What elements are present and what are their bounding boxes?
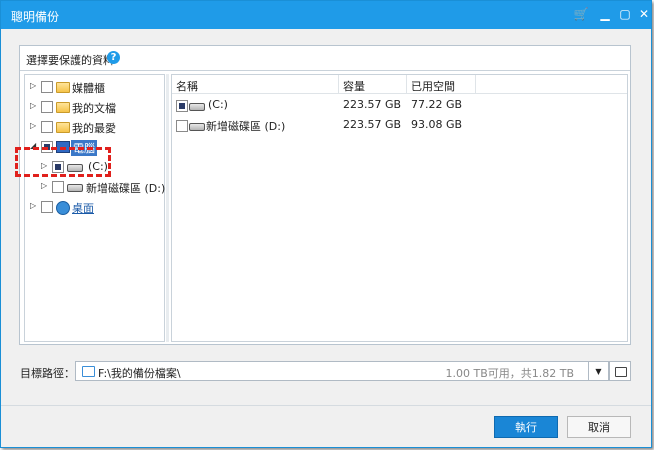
folder-icon (615, 367, 627, 377)
expand-arrow-icon[interactable]: ▷ (41, 181, 49, 190)
maximize-button[interactable]: ▢ (617, 6, 633, 22)
tree-checkbox[interactable] (41, 81, 53, 93)
tree-item-label: 我的文檔 (72, 102, 116, 115)
pane-splitter[interactable] (166, 74, 169, 342)
minimize-button[interactable]: ▁ (597, 6, 613, 22)
destination-path-field[interactable]: F:\我的備份檔案\ 1.00 TB可用，共1.82 TB (75, 361, 589, 381)
documents-icon (56, 102, 70, 113)
destination-path: F:\我的備份檔案\ (98, 367, 181, 380)
row-used: 93.08 GB (411, 118, 463, 131)
row-name: 新增磁碟區 (D:) (206, 120, 286, 133)
column-divider[interactable] (338, 75, 339, 93)
folder-tree: ▷ 媒體櫃 ▷ 我的文檔 ▷ 我的最愛 ◢ 電腦 ▷ (C:) ▷ 新增磁碟區 … (24, 74, 165, 342)
row-capacity: 223.57 GB (343, 98, 402, 111)
highlight-annotation (15, 147, 111, 177)
data-selection-panel: 選擇要保護的資料 ? ▷ 媒體櫃 ▷ 我的文檔 ▷ 我的最愛 ◢ 電腦 ▷ (C… (19, 45, 631, 345)
tree-item-label: 新增磁碟區 (D:) (86, 182, 166, 195)
list-header: 名稱 容量 已用空間 (172, 75, 627, 94)
destination-label: 目標路徑： (20, 367, 75, 380)
row-used: 77.22 GB (411, 98, 463, 111)
tree-checkbox[interactable] (41, 201, 53, 213)
table-row[interactable]: 新增磁碟區 (D:) 223.57 GB 93.08 GB (172, 115, 627, 133)
favorites-icon (56, 122, 70, 133)
backup-dialog: 聰明備份 🛒 ▁ ▢ ✕ 選擇要保護的資料 ? ▷ 媒體櫃 ▷ 我的文檔 ▷ 我… (0, 0, 652, 448)
column-divider[interactable] (406, 75, 407, 93)
tree-checkbox[interactable] (41, 101, 53, 113)
tree-item-label: 媒體櫃 (72, 82, 105, 95)
table-row[interactable]: (C:) 223.57 GB 77.22 GB (172, 95, 627, 113)
cancel-button[interactable]: 取消 (567, 416, 631, 438)
title-bar: 聰明備份 🛒 ▁ ▢ ✕ (1, 1, 651, 29)
expand-arrow-icon[interactable]: ▷ (30, 121, 38, 130)
chevron-down-icon[interactable]: ▼ (589, 361, 609, 381)
cart-icon[interactable]: 🛒 (573, 6, 589, 22)
browse-folder-button[interactable] (609, 361, 631, 381)
close-button[interactable]: ✕ (636, 6, 652, 22)
panel-header: 選擇要保護的資料 ? (20, 46, 630, 71)
footer-divider (1, 405, 651, 406)
tree-checkbox[interactable] (52, 181, 64, 193)
expand-arrow-icon[interactable]: ▷ (30, 101, 38, 110)
window-title: 聰明備份 (11, 10, 60, 24)
column-header-capacity[interactable]: 容量 (343, 78, 365, 94)
expand-arrow-icon[interactable]: ▷ (30, 201, 38, 210)
destination-free-space: 1.00 TB可用，共1.82 TB (445, 367, 574, 380)
desktop-icon (56, 201, 70, 215)
help-icon[interactable]: ? (107, 51, 120, 64)
column-header-name[interactable]: 名稱 (176, 78, 198, 94)
drive-icon (189, 123, 205, 131)
drive-icon (189, 103, 205, 111)
folder-icon (82, 366, 95, 377)
tree-item-label: 桌面 (72, 202, 94, 215)
expand-arrow-icon[interactable]: ▷ (30, 81, 38, 90)
row-checkbox[interactable] (176, 100, 188, 112)
column-header-used[interactable]: 已用空間 (411, 78, 455, 94)
row-name: (C:) (208, 98, 228, 111)
panel-title: 選擇要保護的資料 (26, 54, 114, 67)
row-checkbox[interactable] (176, 120, 188, 132)
column-divider[interactable] (475, 75, 476, 93)
drive-list: 名稱 容量 已用空間 (C:) 223.57 GB 77.22 GB 新增磁碟區… (171, 74, 628, 342)
tree-item-label: 我的最愛 (72, 122, 116, 135)
tree-checkbox[interactable] (41, 121, 53, 133)
execute-button[interactable]: 執行 (494, 416, 558, 438)
row-capacity: 223.57 GB (343, 118, 402, 131)
library-icon (56, 82, 70, 93)
drive-icon (67, 184, 83, 192)
